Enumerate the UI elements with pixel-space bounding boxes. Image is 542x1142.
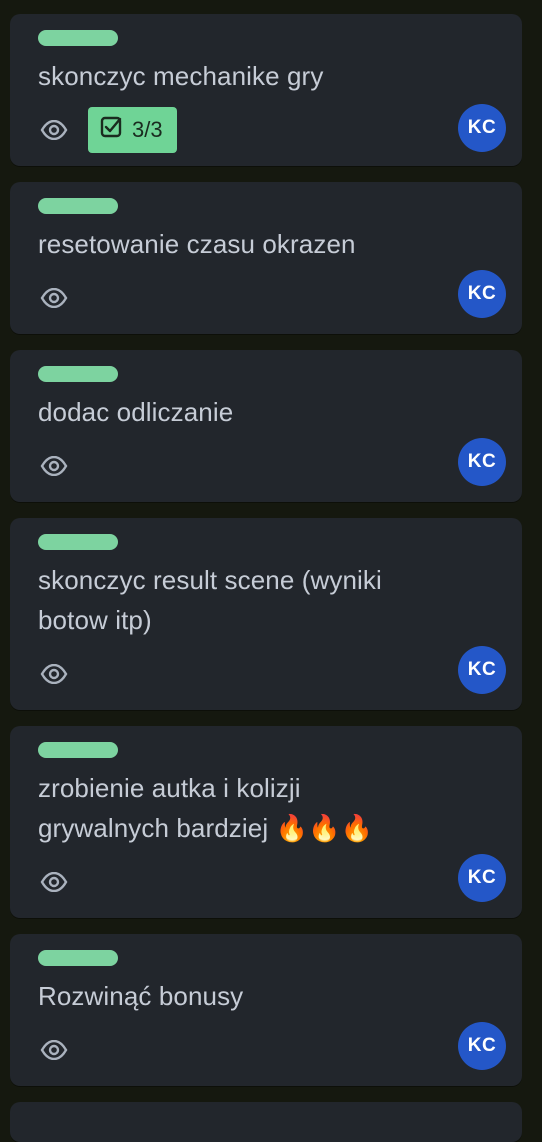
card[interactable]: skonczyc result scene (wyniki botow itp)… [10, 518, 522, 710]
card[interactable]: dodac odliczanie KC [10, 350, 522, 502]
card-badges: KC [36, 1022, 506, 1074]
card-label[interactable] [38, 950, 118, 966]
avatar[interactable]: KC [458, 270, 506, 318]
card-badges: KC [36, 854, 506, 906]
card-label[interactable] [38, 366, 118, 382]
checklist-count: 3/3 [132, 117, 163, 142]
eye-icon[interactable] [36, 1032, 72, 1068]
card[interactable]: Rozwinąć bonusy KC [10, 934, 522, 1086]
avatar[interactable]: KC [458, 854, 506, 902]
avatar[interactable]: KC [458, 438, 506, 486]
checklist-badge[interactable]: 3/3 [88, 107, 177, 153]
card-label[interactable] [38, 742, 118, 758]
card-title[interactable]: dodac odliczanie [38, 392, 506, 432]
card-title[interactable]: Rozwinąć bonusy [38, 976, 506, 1016]
avatar[interactable]: KC [458, 104, 506, 152]
eye-icon[interactable] [36, 112, 72, 148]
card[interactable]: zrobienie autka i kolizji grywalnych bar… [10, 726, 522, 918]
eye-icon[interactable] [36, 448, 72, 484]
card-badges: 3/3 KC [36, 104, 506, 154]
eye-icon[interactable] [36, 280, 72, 316]
card-title[interactable]: skonczyc mechanike gry [38, 56, 506, 96]
card-partial[interactable] [10, 1102, 522, 1142]
checkbox-icon [100, 116, 122, 144]
eye-icon[interactable] [36, 864, 72, 900]
card-title[interactable]: resetowanie czasu okrazen [38, 224, 506, 264]
card-label[interactable] [38, 198, 118, 214]
card-title[interactable]: zrobienie autka i kolizji grywalnych bar… [38, 768, 506, 848]
eye-icon[interactable] [36, 656, 72, 692]
card-label[interactable] [38, 534, 118, 550]
card-list: skonczyc mechanike gry 3/3 KC resetowani… [10, 14, 522, 1142]
avatar[interactable]: KC [458, 646, 506, 694]
card[interactable]: resetowanie czasu okrazen KC [10, 182, 522, 334]
card[interactable]: skonczyc mechanike gry 3/3 KC [10, 14, 522, 166]
card-title[interactable]: skonczyc result scene (wyniki botow itp) [38, 560, 506, 640]
avatar[interactable]: KC [458, 1022, 506, 1070]
card-badges: KC [36, 438, 506, 490]
card-badges: KC [36, 646, 506, 698]
card-badges: KC [36, 270, 506, 322]
card-label[interactable] [38, 30, 118, 46]
